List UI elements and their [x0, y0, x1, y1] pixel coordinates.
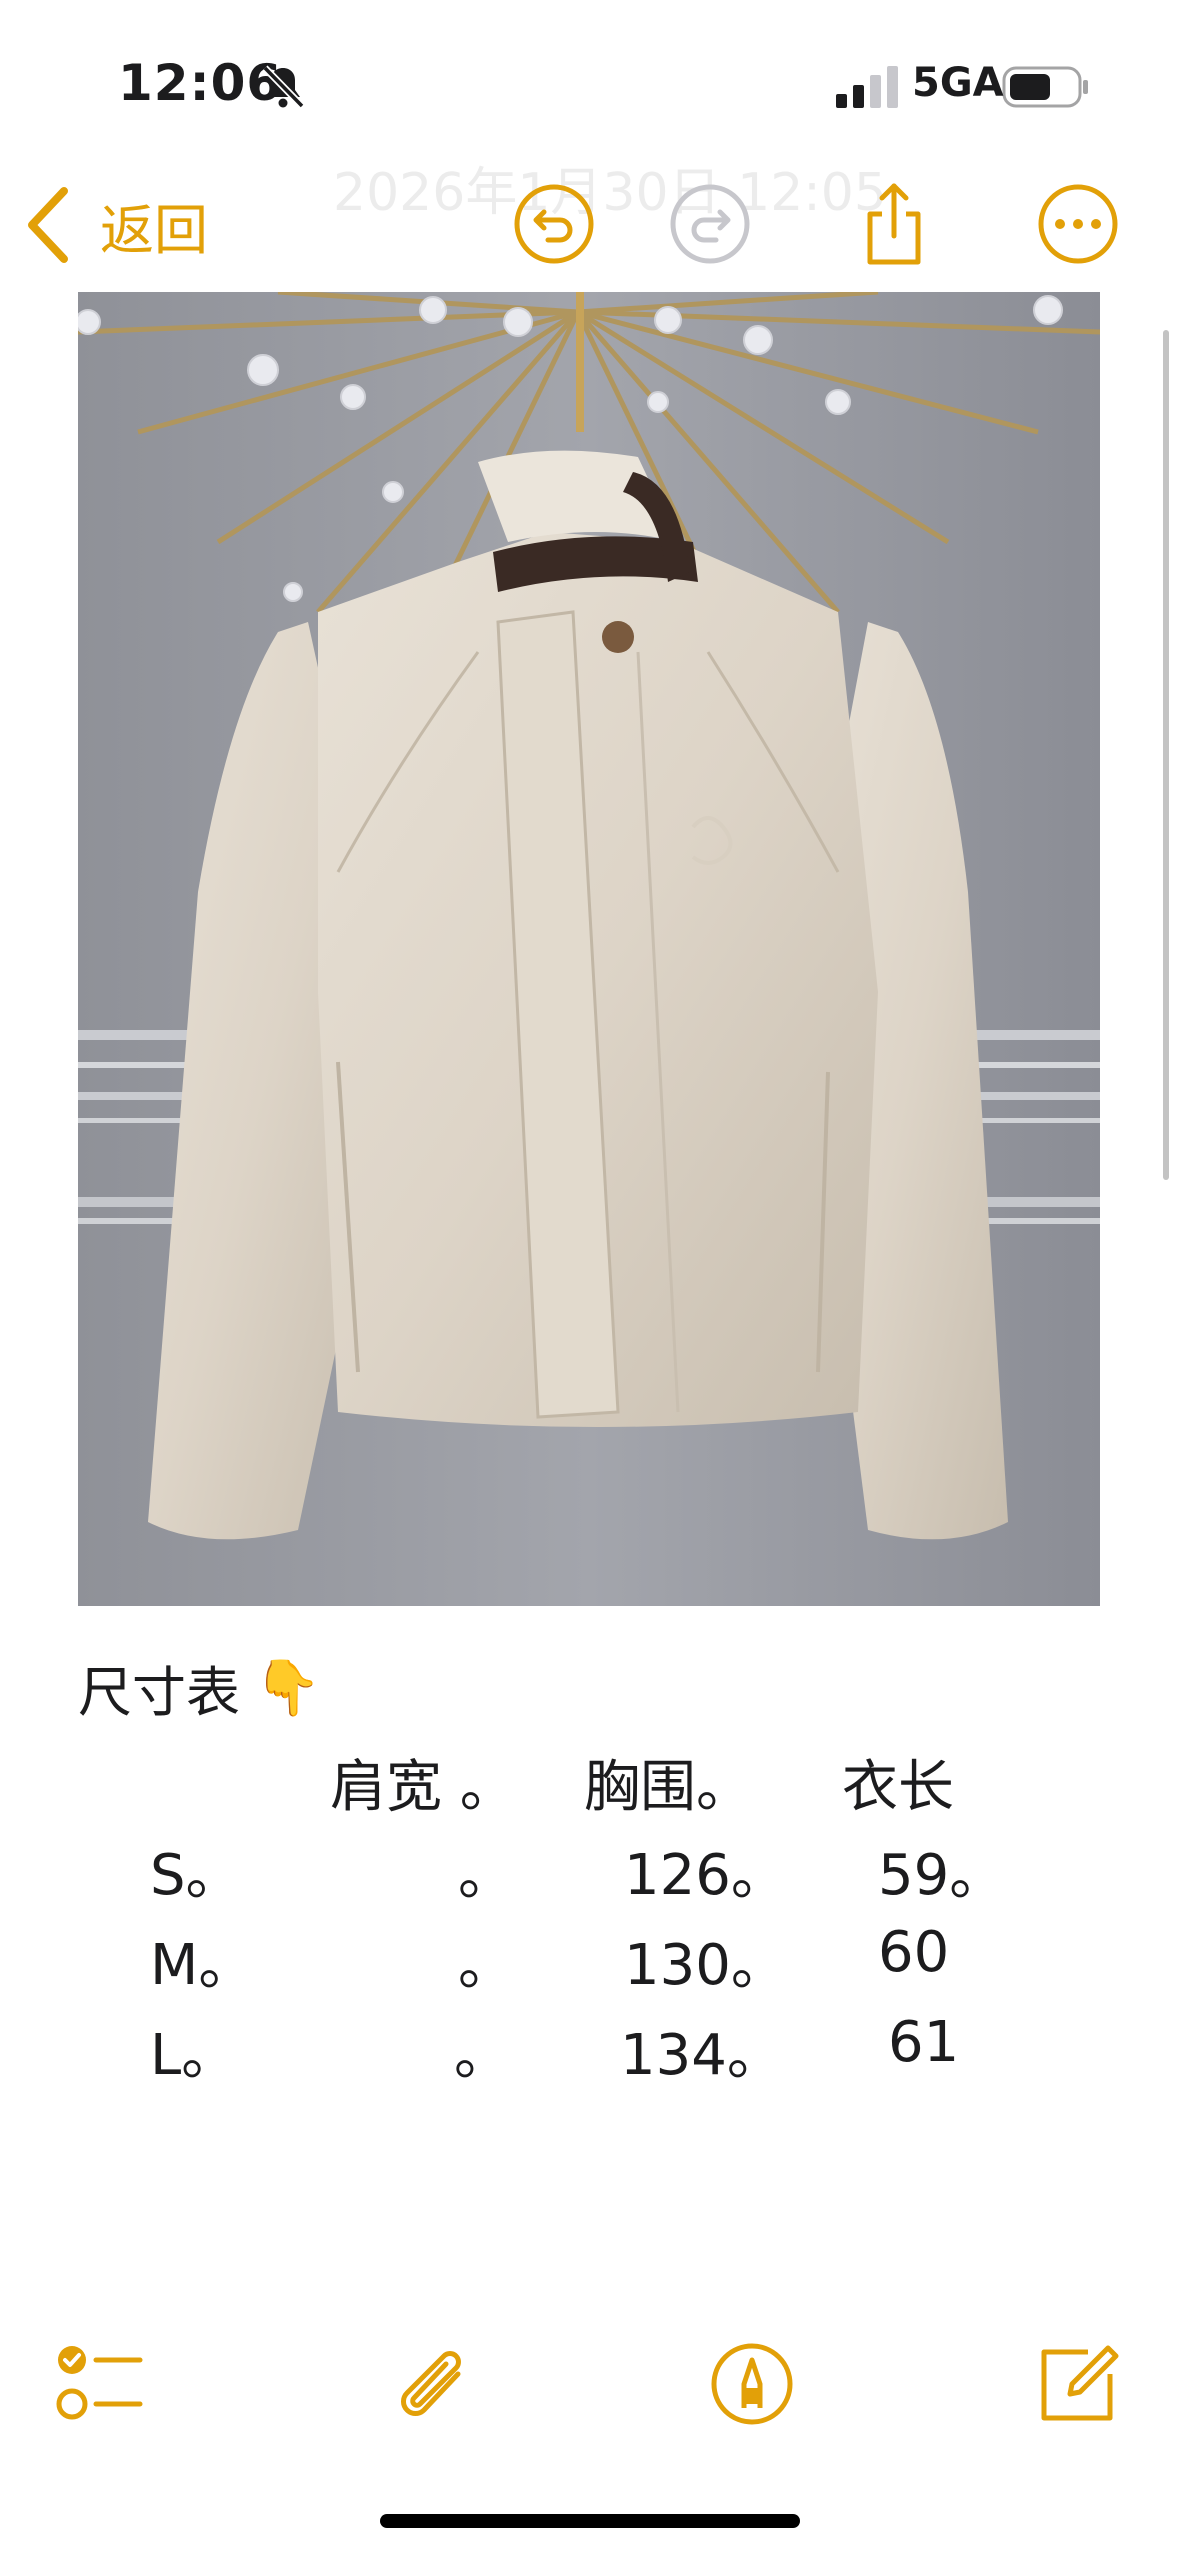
back-label: 返回 [100, 198, 208, 262]
checklist-icon[interactable] [52, 2338, 144, 2430]
note-date-ghost: 2026年1月30日 12:05 [333, 163, 887, 223]
row-m-length: 60 [878, 1920, 950, 1985]
paperclip-icon[interactable] [384, 2338, 476, 2430]
redo-icon[interactable] [668, 182, 752, 266]
row-s-chest: 126。 [624, 1843, 787, 1908]
battery-icon [1002, 66, 1088, 108]
chevron-left-icon [28, 187, 68, 263]
row-l-length: 61 [888, 2010, 960, 2075]
row-l-chest: 134。 [620, 2023, 783, 2088]
header-length: 衣长 [842, 1755, 954, 1820]
row-m-size: M。 [150, 1933, 255, 1998]
row-m-shoulder: 。 [458, 1933, 514, 1998]
header-chest: 胸围。 [584, 1755, 752, 1820]
jacket-photo[interactable] [78, 292, 1100, 1606]
row-l-size: L。 [150, 2023, 238, 2088]
compose-icon[interactable] [1030, 2338, 1122, 2430]
row-l-shoulder: 。 [454, 2023, 510, 2088]
cellular-signal-icon [836, 66, 898, 108]
scrollbar[interactable] [1163, 330, 1169, 1180]
row-s-shoulder: 。 [458, 1843, 514, 1908]
pointing-down-emoji: 👇 [254, 1655, 322, 1719]
network-label: 5GA [912, 60, 1004, 106]
share-icon[interactable] [852, 182, 936, 266]
row-s-size: S。 [150, 1843, 242, 1908]
bell-slash-icon [262, 65, 305, 109]
undo-icon[interactable] [512, 182, 596, 266]
back-button[interactable]: 返回 [22, 180, 208, 270]
status-bar: 12:06 5GA [0, 0, 1179, 170]
note-heading[interactable]: 尺寸表 👇 [78, 1648, 321, 1727]
row-m-chest: 130。 [624, 1933, 787, 1998]
home-indicator [380, 2514, 800, 2528]
more-icon[interactable] [1036, 182, 1120, 266]
heading-text: 尺寸表 [78, 1661, 240, 1724]
row-s-length: 59。 [878, 1843, 1006, 1908]
markup-pen-icon[interactable] [706, 2338, 798, 2430]
header-shoulder: 肩宽 。 [330, 1755, 516, 1820]
